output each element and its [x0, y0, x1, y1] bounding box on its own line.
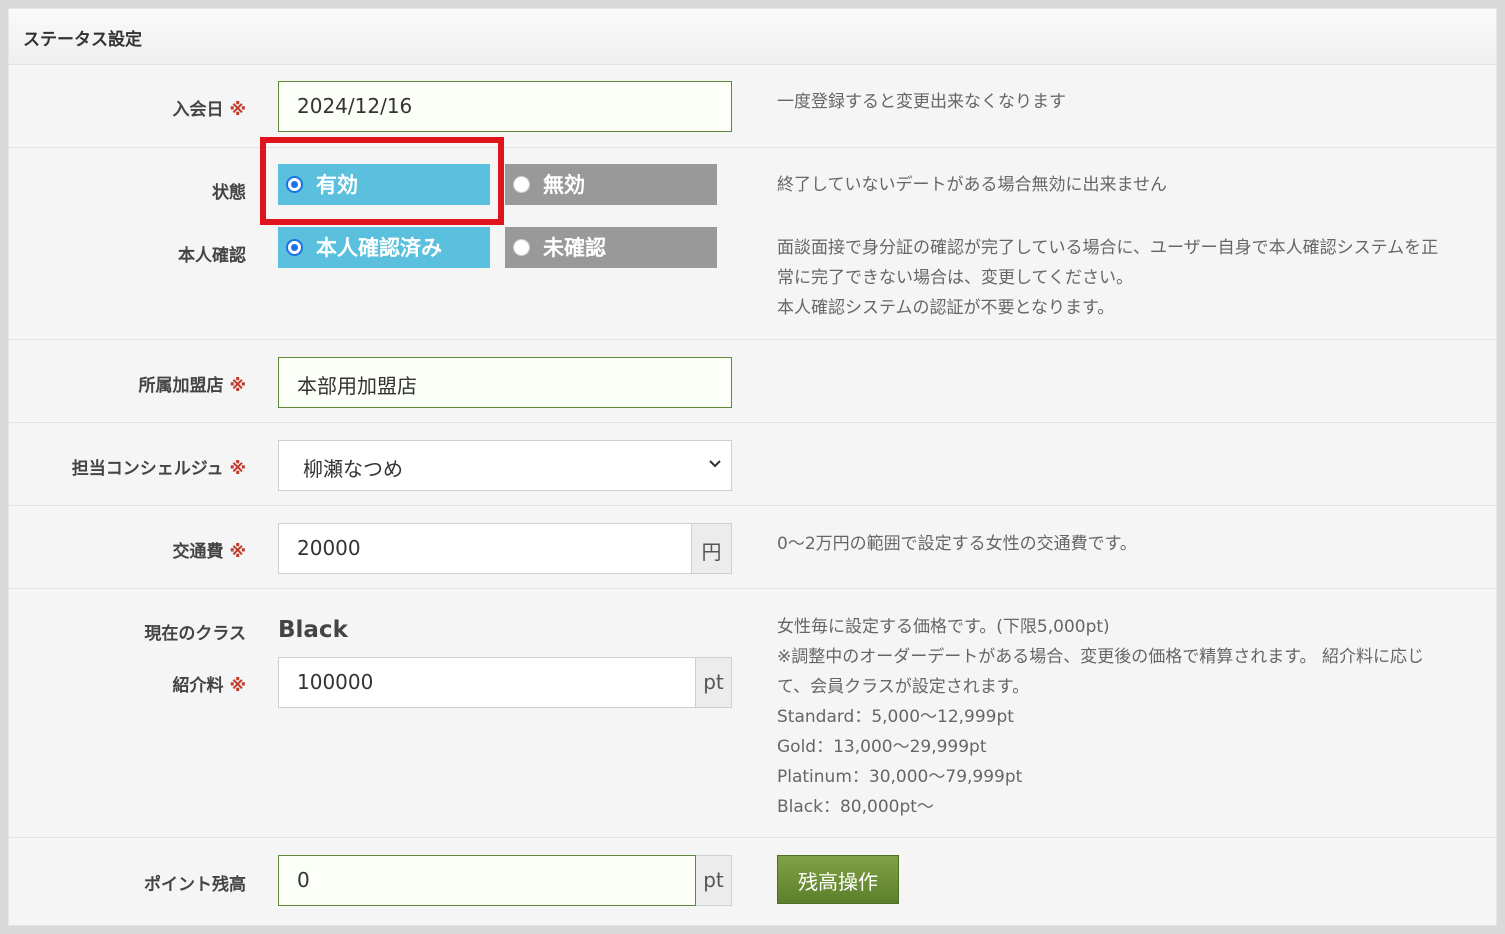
row-divider	[9, 588, 1496, 589]
concierge-label: 担当コンシェルジュ ※	[71, 459, 246, 479]
required-mark: ※	[229, 459, 246, 479]
fee-note: 女性毎に設定する価格です。(下限5,000pt) ※調整中のオーダーデートがある…	[777, 617, 1424, 817]
row-divider	[9, 837, 1496, 838]
radio-selected-icon	[286, 239, 303, 256]
required-mark: ※	[229, 542, 246, 562]
join-date-label: 入会日 ※	[172, 100, 246, 120]
status-note: 終了していないデートがある場合無効に出来ません	[777, 175, 1167, 195]
status-label: 状態	[212, 183, 246, 203]
identity-note: 面談面接で身分証の確認が完了している場合に、ユーザー自身で本人確認システムを正 …	[777, 238, 1439, 318]
panel-title: ステータス設定	[23, 30, 142, 50]
join-date-note: 一度登録すると変更出来なくなります	[777, 92, 1066, 112]
radio-empty-icon	[513, 176, 530, 193]
status-settings-panel: ステータス設定 入会日 ※ 2024/12/16 一度登録すると変更出来なくなり…	[8, 8, 1497, 926]
panel-header: ステータス設定	[9, 9, 1496, 65]
store-label: 所属加盟店 ※	[138, 376, 246, 396]
required-mark: ※	[229, 676, 246, 696]
row-divider	[9, 147, 1496, 148]
highlight-box	[260, 137, 504, 225]
fee-label: 紹介料 ※	[172, 676, 246, 696]
identity-option-unverified[interactable]: 未確認	[505, 227, 717, 268]
required-mark: ※	[229, 100, 246, 120]
transport-input[interactable]: 20000	[278, 523, 692, 574]
identity-option-verified[interactable]: 本人確認済み	[278, 227, 490, 268]
transport-unit: 円	[692, 523, 732, 574]
transport-label: 交通費 ※	[172, 542, 246, 562]
points-unit: pt	[696, 855, 732, 906]
concierge-select[interactable]: 柳瀬なつめ	[278, 440, 732, 491]
row-divider	[9, 505, 1496, 506]
fee-input[interactable]: 100000	[278, 657, 696, 708]
store-input[interactable]: 本部用加盟店	[278, 357, 732, 408]
transport-note: 0〜2万円の範囲で設定する女性の交通費です。	[777, 534, 1137, 554]
points-label: ポイント残高	[144, 875, 246, 895]
points-input[interactable]: 0	[278, 855, 696, 906]
current-class-value: Black	[278, 617, 348, 643]
balance-operation-button[interactable]: 残高操作	[777, 855, 899, 904]
row-divider	[9, 339, 1496, 340]
row-divider	[9, 422, 1496, 423]
current-class-label: 現在のクラス	[144, 624, 246, 644]
status-option-inactive[interactable]: 無効	[505, 164, 717, 205]
identity-label: 本人確認	[178, 246, 246, 266]
join-date-input[interactable]: 2024/12/16	[278, 81, 732, 132]
fee-unit: pt	[696, 657, 732, 708]
required-mark: ※	[229, 376, 246, 396]
chevron-down-icon	[709, 460, 721, 468]
radio-empty-icon	[513, 239, 530, 256]
